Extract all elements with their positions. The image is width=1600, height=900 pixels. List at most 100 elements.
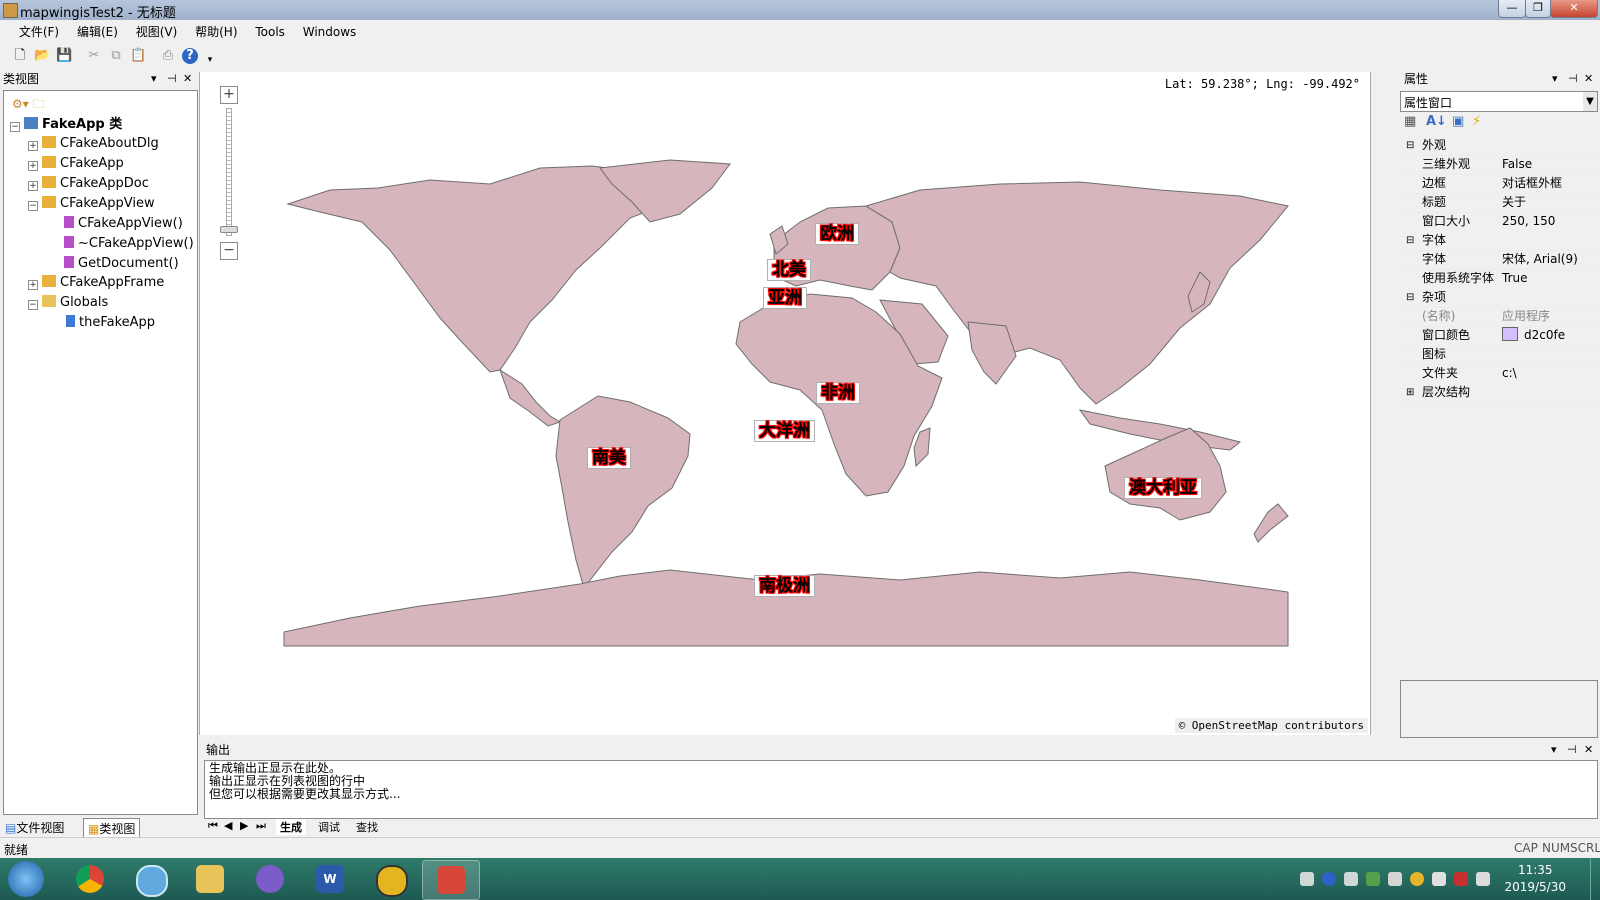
pin-icon[interactable]: ⊣ — [1568, 70, 1578, 88]
new-folder-icon[interactable]: 🗀 — [33, 97, 45, 111]
pane-menu-icon[interactable]: ▾ — [1552, 70, 1558, 88]
property-value[interactable]: 应用程序 — [1502, 307, 1550, 326]
category-toggle-icon[interactable]: ⊟ — [1406, 231, 1414, 250]
taskbar-search[interactable] — [122, 860, 178, 898]
network-tray-icon[interactable] — [1410, 872, 1424, 886]
collapse-icon[interactable]: − — [28, 300, 38, 310]
taskbar-explorer[interactable] — [182, 860, 238, 898]
close-pane-icon[interactable]: ✕ — [183, 70, 192, 88]
speaker-icon[interactable] — [1476, 872, 1490, 886]
print-icon[interactable]: ⎙ — [160, 48, 176, 64]
tree-item[interactable]: theFakeApp — [66, 314, 155, 332]
tab-build[interactable]: 生成 — [276, 819, 306, 835]
alphabetical-icon[interactable]: A↓ — [1426, 114, 1447, 129]
property-row[interactable]: 文件夹 c:\ — [1400, 364, 1600, 384]
properties-object-select[interactable]: 属性窗口 ▼ — [1400, 91, 1598, 112]
category-toggle-icon[interactable]: ⊟ — [1406, 136, 1414, 155]
property-row[interactable]: 三维外观 False — [1400, 155, 1600, 175]
tree-item[interactable]: CFakeAppView() — [64, 215, 183, 233]
tree-item[interactable]: CFakeAboutDlg — [42, 135, 159, 153]
last-tab-icon[interactable]: ⏭ — [256, 819, 266, 833]
copy-icon[interactable]: ⧉ — [108, 48, 124, 64]
display-icon[interactable] — [1388, 872, 1402, 886]
tree-root[interactable]: FakeApp 类 — [24, 116, 122, 134]
prev-tab-icon[interactable]: ◀ — [224, 819, 232, 832]
world-map[interactable] — [200, 72, 1370, 735]
tree-item[interactable]: CFakeApp — [42, 155, 124, 173]
pane-menu-icon[interactable]: ▾ — [151, 70, 157, 88]
flag-icon[interactable] — [1432, 872, 1446, 886]
taskbar-word[interactable]: W — [302, 860, 358, 898]
tab-find[interactable]: 查找 — [352, 819, 382, 835]
tab-class-view[interactable]: ▦类视图 — [83, 818, 141, 839]
property-value[interactable]: 宋体, Arial(9) — [1502, 250, 1578, 269]
expand-icon[interactable]: + — [28, 181, 38, 191]
next-tab-icon[interactable]: ▶ — [240, 819, 248, 832]
categorized-icon[interactable]: ▦ — [1404, 114, 1416, 129]
property-value[interactable]: 对话框外框 — [1502, 174, 1562, 193]
close-pane-icon[interactable]: ✕ — [1584, 741, 1593, 759]
zoom-slider-handle[interactable] — [220, 226, 238, 233]
property-row[interactable]: 标题 关于 — [1400, 193, 1600, 213]
menu-file[interactable]: 文件(F) — [12, 20, 66, 43]
property-row[interactable]: 使用系统字体 True — [1400, 269, 1600, 289]
taskbar-chrome[interactable] — [62, 860, 118, 898]
menu-tools[interactable]: Tools — [248, 22, 292, 42]
taskbar-mfc-app[interactable] — [422, 860, 480, 900]
keyboard-icon[interactable] — [1300, 872, 1314, 886]
expand-icon[interactable]: + — [28, 141, 38, 151]
show-hidden-icon[interactable] — [1344, 872, 1358, 886]
help-icon[interactable]: ? — [182, 48, 198, 64]
tab-file-view[interactable]: ▤文件视图 — [5, 819, 64, 836]
pane-menu-icon[interactable]: ▾ — [1551, 741, 1557, 759]
clock[interactable]: 11:35 2019/5/30 — [1504, 862, 1566, 896]
property-value[interactable]: d2c0fe — [1502, 326, 1565, 345]
tree-item[interactable]: CFakeAppView — [42, 195, 155, 213]
open-folder-icon[interactable]: 📂 — [34, 48, 50, 64]
property-row[interactable]: 图标 — [1400, 345, 1600, 365]
close-pane-icon[interactable]: ✕ — [1584, 70, 1593, 88]
property-row[interactable]: 窗口颜色 d2c0fe — [1400, 326, 1600, 346]
tree-item[interactable]: CFakeAppDoc — [42, 175, 149, 193]
expand-icon[interactable]: + — [28, 280, 38, 290]
first-tab-icon[interactable]: ⏮ — [208, 819, 218, 833]
property-category[interactable]: ⊟ 杂项 — [1400, 288, 1600, 308]
zoom-slider-track[interactable] — [226, 108, 232, 236]
property-category[interactable]: ⊟ 字体 — [1400, 231, 1600, 251]
zoom-in-button[interactable]: + — [220, 86, 238, 104]
collapse-icon[interactable]: − — [28, 201, 38, 211]
expand-icon[interactable]: + — [28, 161, 38, 171]
property-value[interactable]: 关于 — [1502, 193, 1526, 212]
property-row[interactable]: 窗口大小 250, 150 — [1400, 212, 1600, 232]
tool-icon[interactable] — [1454, 872, 1468, 886]
collapse-root-icon[interactable]: − — [10, 122, 20, 132]
minimize-button[interactable]: — — [1498, 0, 1526, 18]
save-icon[interactable]: 💾 — [56, 48, 72, 64]
shield-icon[interactable] — [1366, 872, 1380, 886]
property-value[interactable]: c:\ — [1502, 364, 1517, 383]
property-row[interactable]: 边框 对话框外框 — [1400, 174, 1600, 194]
tree-item[interactable]: Globals — [42, 294, 108, 312]
tree-item[interactable]: ~CFakeAppView() — [64, 235, 194, 253]
property-category[interactable]: ⊞ 层次结构 — [1400, 383, 1600, 403]
cut-icon[interactable]: ✂ — [86, 48, 102, 64]
property-row[interactable]: 字体 宋体, Arial(9) — [1400, 250, 1600, 270]
category-toggle-icon[interactable]: ⊞ — [1406, 383, 1414, 402]
menu-windows[interactable]: Windows — [296, 22, 364, 42]
category-toggle-icon[interactable]: ⊟ — [1406, 288, 1414, 307]
chevron-down-icon[interactable]: ▼ — [1583, 92, 1597, 111]
property-value[interactable]: False — [1502, 155, 1532, 174]
property-pages-icon[interactable]: ▣ — [1452, 114, 1464, 129]
maximize-button[interactable]: ❐ — [1525, 0, 1551, 18]
show-desktop-button[interactable] — [1590, 858, 1600, 900]
menu-help[interactable]: 帮助(H) — [188, 20, 244, 43]
taskbar-visual-studio[interactable] — [242, 860, 298, 898]
menu-edit[interactable]: 编辑(E) — [70, 20, 125, 43]
sort-icon[interactable]: ⚙▾ — [12, 97, 29, 111]
paste-icon[interactable]: 📋 — [130, 48, 146, 64]
zoom-out-button[interactable]: − — [220, 242, 238, 260]
property-row[interactable]: (名称) 应用程序 — [1400, 307, 1600, 327]
property-category[interactable]: ⊟ 外观 — [1400, 136, 1600, 156]
property-value[interactable]: 250, 150 — [1502, 212, 1555, 231]
events-icon[interactable]: ⚡ — [1472, 114, 1481, 129]
